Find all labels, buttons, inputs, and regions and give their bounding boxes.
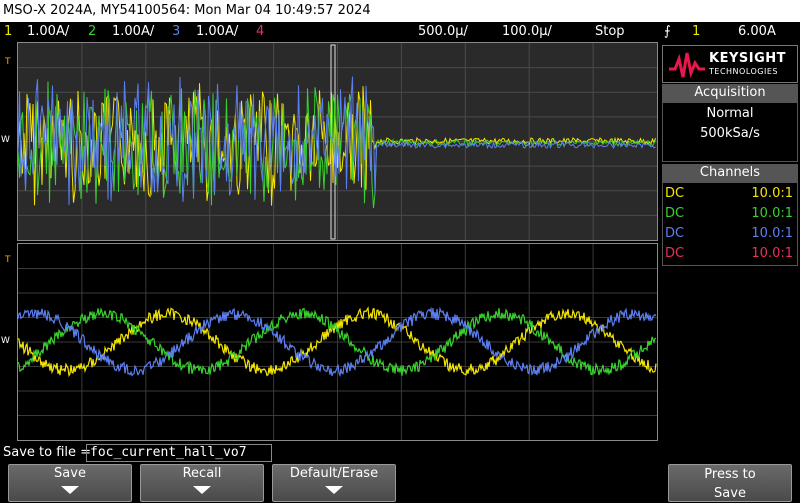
status-bar: 1 1.00A/ 2 1.00A/ 3 1.00A/ 4 500.0µ/ 100… [0, 22, 800, 42]
trigger-edge-icon: ⨍ [664, 24, 671, 39]
run-state[interactable]: Stop [595, 22, 625, 42]
ch1-number[interactable]: 1 [4, 22, 12, 42]
brand-name: KEYSIGHT [709, 51, 786, 66]
zoom-waveform[interactable] [17, 243, 658, 441]
ch3-number[interactable]: 3 [172, 22, 180, 42]
acquisition-rate: 500kSa/s [700, 126, 760, 141]
down-arrow-icon [61, 486, 79, 494]
trigger-marker-top: T [5, 57, 11, 67]
save-softkey[interactable]: Save [8, 464, 132, 502]
trigger-marker-bottom: T [5, 255, 11, 265]
default-erase-softkey[interactable]: Default/Erase [272, 464, 396, 502]
keysight-wave-icon [669, 52, 705, 79]
zoom-timebase[interactable]: 100.0µ/ [502, 22, 552, 42]
trigger-source[interactable]: 1 [692, 22, 700, 42]
zoom-grid [18, 244, 657, 440]
channel-row[interactable]: DC 10.0:1 [663, 244, 797, 264]
channel-row[interactable]: DC 10.0:1 [663, 204, 797, 224]
ch1-scale[interactable]: 1.00A/ [27, 22, 69, 42]
acquisition-panel: Normal 500kSa/s [662, 102, 798, 162]
save-bar: Save to file = foc_current_hall_vo7 [0, 443, 800, 463]
down-arrow-icon [193, 486, 211, 494]
acquisition-header[interactable]: Acquisition [662, 84, 798, 102]
keysight-logo: KEYSIGHT TECHNOLOGIES [662, 45, 798, 83]
ground-marker-bottom: W [1, 336, 10, 346]
press-to-save-softkey[interactable]: Press to Save [668, 464, 792, 502]
brand-sub: TECHNOLOGIES [709, 67, 778, 76]
ch2-number[interactable]: 2 [88, 22, 96, 42]
channels-panel: DC 10.0:1 DC 10.0:1 DC 10.0:1 DC 10.0:1 [662, 182, 798, 266]
save-label: Save to file = [3, 445, 92, 460]
recall-softkey[interactable]: Recall [140, 464, 264, 502]
overview-waveform[interactable] [17, 42, 658, 241]
overview-grid [18, 43, 657, 240]
channel-row[interactable]: DC 10.0:1 [663, 184, 797, 204]
ground-marker-top: W [1, 135, 10, 145]
channel-row[interactable]: DC 10.0:1 [663, 224, 797, 244]
channels-header[interactable]: Channels [662, 164, 798, 182]
acquisition-mode: Normal [706, 106, 754, 121]
trigger-level[interactable]: 6.00A [738, 22, 776, 42]
window-title: MSO-X 2024A, MY54100564: Mon Mar 04 10:4… [0, 0, 800, 22]
ch3-scale[interactable]: 1.00A/ [196, 22, 238, 42]
down-arrow-icon [325, 486, 343, 494]
ch4-number[interactable]: 4 [256, 22, 264, 42]
timebase[interactable]: 500.0µ/ [418, 22, 468, 42]
filename-field[interactable]: foc_current_hall_vo7 [86, 444, 272, 462]
ch2-scale[interactable]: 1.00A/ [112, 22, 154, 42]
